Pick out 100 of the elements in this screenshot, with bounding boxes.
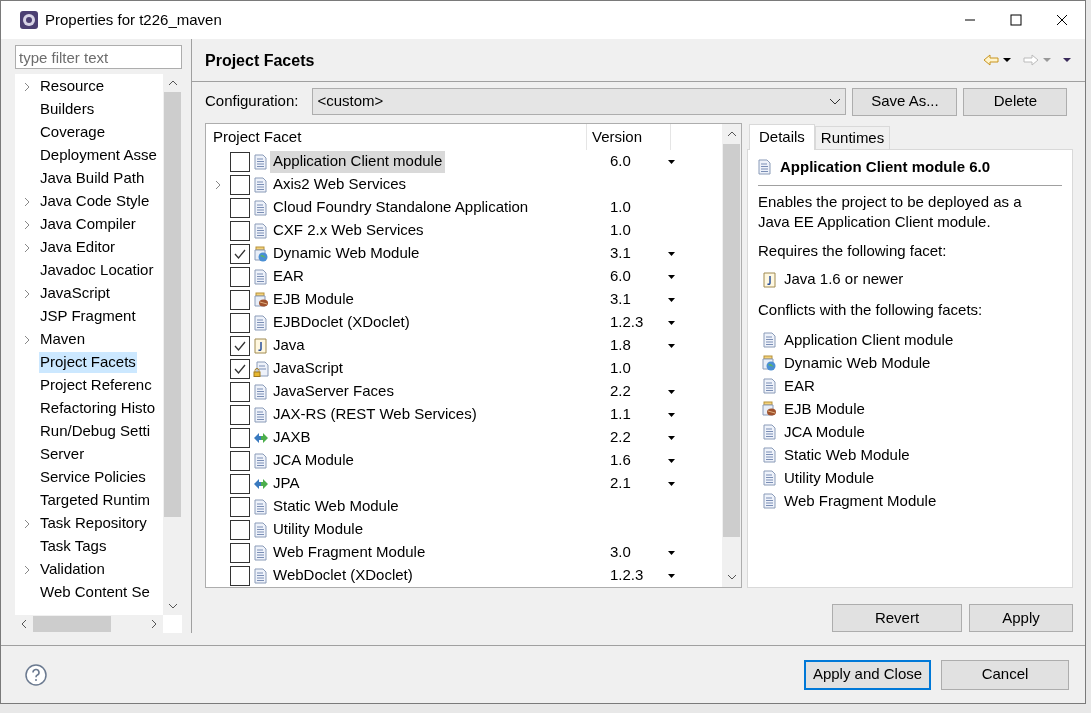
checkbox[interactable] xyxy=(230,151,250,172)
version-value[interactable]: 2.1 xyxy=(606,472,668,495)
checkbox[interactable] xyxy=(230,289,250,310)
version-value[interactable]: 2.2 xyxy=(606,380,668,403)
tree-item[interactable]: Validation xyxy=(39,559,106,580)
version-value[interactable]: 3.1 xyxy=(606,242,668,265)
facet-name[interactable]: Axis2 Web Services xyxy=(270,173,410,196)
horizontal-scrollbar[interactable] xyxy=(15,615,163,633)
tree-item[interactable]: JavaScript xyxy=(39,283,112,304)
tree-item[interactable]: Javadoc Locatior xyxy=(39,260,155,281)
checkbox[interactable] xyxy=(230,197,250,218)
tree-item[interactable]: Java Code Style xyxy=(39,191,151,212)
version-value[interactable]: 1.0 xyxy=(606,219,668,242)
tree-item[interactable]: Coverage xyxy=(39,122,107,143)
tree-item[interactable]: Builders xyxy=(39,99,96,120)
version-value[interactable]: 1.2.3 xyxy=(606,564,668,587)
expand-chevron-icon[interactable] xyxy=(24,242,30,253)
checkbox[interactable] xyxy=(230,220,250,241)
checkbox[interactable] xyxy=(230,450,250,471)
help-icon[interactable] xyxy=(25,663,47,686)
checkbox[interactable] xyxy=(230,404,250,425)
checkbox[interactable] xyxy=(230,565,250,586)
version-value[interactable]: 1.0 xyxy=(606,196,668,219)
expand-chevron-icon[interactable] xyxy=(24,334,30,345)
tree-item[interactable]: Refactoring Histo xyxy=(39,398,157,419)
dropdown-arrow-icon[interactable] xyxy=(668,297,675,302)
version-value[interactable]: 1.0 xyxy=(606,357,668,380)
facet-name[interactable]: WebDoclet (XDoclet) xyxy=(270,564,416,587)
expand-chevron-icon[interactable] xyxy=(24,518,30,529)
checkbox[interactable] xyxy=(230,174,250,195)
dropdown-arrow-icon[interactable] xyxy=(668,435,675,440)
facet-name[interactable]: JAXB xyxy=(270,426,314,449)
checkbox[interactable] xyxy=(230,381,250,402)
configuration-dropdown[interactable]: <custom> xyxy=(312,88,847,115)
expand-chevron-icon[interactable] xyxy=(24,196,30,207)
checkbox[interactable] xyxy=(230,358,250,379)
facet-name[interactable]: Utility Module xyxy=(270,518,367,541)
facet-name[interactable]: JavaServer Faces xyxy=(270,380,397,403)
tree-item[interactable]: Task Tags xyxy=(39,536,108,557)
dropdown-arrow-icon[interactable] xyxy=(668,159,675,164)
facet-name[interactable]: CXF 2.x Web Services xyxy=(270,219,427,242)
expand-chevron-icon[interactable] xyxy=(24,564,30,575)
tree-item[interactable]: Project Referenc xyxy=(39,375,153,396)
tree-item[interactable]: Project Facets xyxy=(39,352,137,373)
facet-name[interactable]: Web Fragment Module xyxy=(270,541,429,564)
dropdown-arrow-icon[interactable] xyxy=(668,550,675,555)
version-value[interactable]: 2.2 xyxy=(606,426,668,449)
version-value[interactable]: 6.0 xyxy=(606,150,668,173)
dropdown-arrow-icon[interactable] xyxy=(668,412,675,417)
tree-item[interactable]: Java Build Path xyxy=(39,168,146,189)
facet-name[interactable]: Application Client module xyxy=(270,150,446,173)
checkbox[interactable] xyxy=(230,542,250,563)
dropdown-arrow-icon[interactable] xyxy=(668,343,675,348)
checkbox[interactable] xyxy=(230,519,250,540)
tree-item[interactable]: Service Policies xyxy=(39,467,147,488)
tree-item[interactable]: Resource xyxy=(39,76,106,97)
dropdown-arrow-icon[interactable] xyxy=(668,481,675,486)
version-value[interactable]: 3.0 xyxy=(606,541,668,564)
facet-name[interactable]: EAR xyxy=(270,265,307,288)
tree-item[interactable]: Java Compiler xyxy=(39,214,137,235)
vertical-scrollbar[interactable] xyxy=(722,124,741,587)
column-header[interactable]: Version xyxy=(587,124,671,150)
version-value[interactable]: 1.8 xyxy=(606,334,668,357)
tree-item[interactable]: JSP Fragment xyxy=(39,306,137,327)
tree-item[interactable]: Targeted Runtim xyxy=(39,490,152,511)
expand-chevron-icon[interactable] xyxy=(24,81,30,92)
tab[interactable]: Runtimes xyxy=(814,126,891,149)
version-value[interactable]: 1.2.3 xyxy=(606,311,668,334)
facet-name[interactable]: JPA xyxy=(270,472,303,495)
facet-name[interactable]: JCA Module xyxy=(270,449,357,472)
version-value[interactable]: 1.1 xyxy=(606,403,668,426)
checkbox[interactable] xyxy=(230,496,250,517)
tree-item[interactable]: Web Content Se xyxy=(39,582,151,603)
facet-name[interactable]: Cloud Foundry Standalone Application xyxy=(270,196,532,219)
facet-name[interactable]: Java xyxy=(270,334,308,357)
vertical-scrollbar[interactable] xyxy=(163,74,182,615)
checkbox[interactable] xyxy=(230,312,250,333)
revert-button[interactable]: Revert xyxy=(832,604,962,632)
facet-name[interactable]: Static Web Module xyxy=(270,495,402,518)
facet-name[interactable]: JavaScript xyxy=(270,357,347,380)
tree-item[interactable]: Server xyxy=(39,444,86,465)
apply-and-close-button[interactable]: Apply and Close xyxy=(804,659,931,690)
version-value[interactable]: 3.1 xyxy=(606,288,668,311)
tree-item[interactable]: Task Repository xyxy=(39,513,148,534)
checkbox[interactable] xyxy=(230,427,250,448)
facet-name[interactable]: EJB Module xyxy=(270,288,357,311)
dropdown-arrow-icon[interactable] xyxy=(668,274,675,279)
cancel-button[interactable]: Cancel xyxy=(941,659,1069,690)
facet-name[interactable]: EJBDoclet (XDoclet) xyxy=(270,311,413,334)
checkbox[interactable] xyxy=(230,335,250,356)
dropdown-arrow-icon[interactable] xyxy=(668,573,675,578)
apply-button[interactable]: Apply xyxy=(969,604,1073,632)
expand-chevron-icon[interactable] xyxy=(24,288,30,299)
dropdown-arrow-icon[interactable] xyxy=(668,389,675,394)
checkbox[interactable] xyxy=(230,473,250,494)
tree-item[interactable]: Java Editor xyxy=(39,237,117,258)
dropdown-arrow-icon[interactable] xyxy=(668,251,675,256)
expand-chevron-icon[interactable] xyxy=(215,179,221,190)
checkbox[interactable] xyxy=(230,266,250,287)
dropdown-arrow-icon[interactable] xyxy=(1001,55,1013,65)
